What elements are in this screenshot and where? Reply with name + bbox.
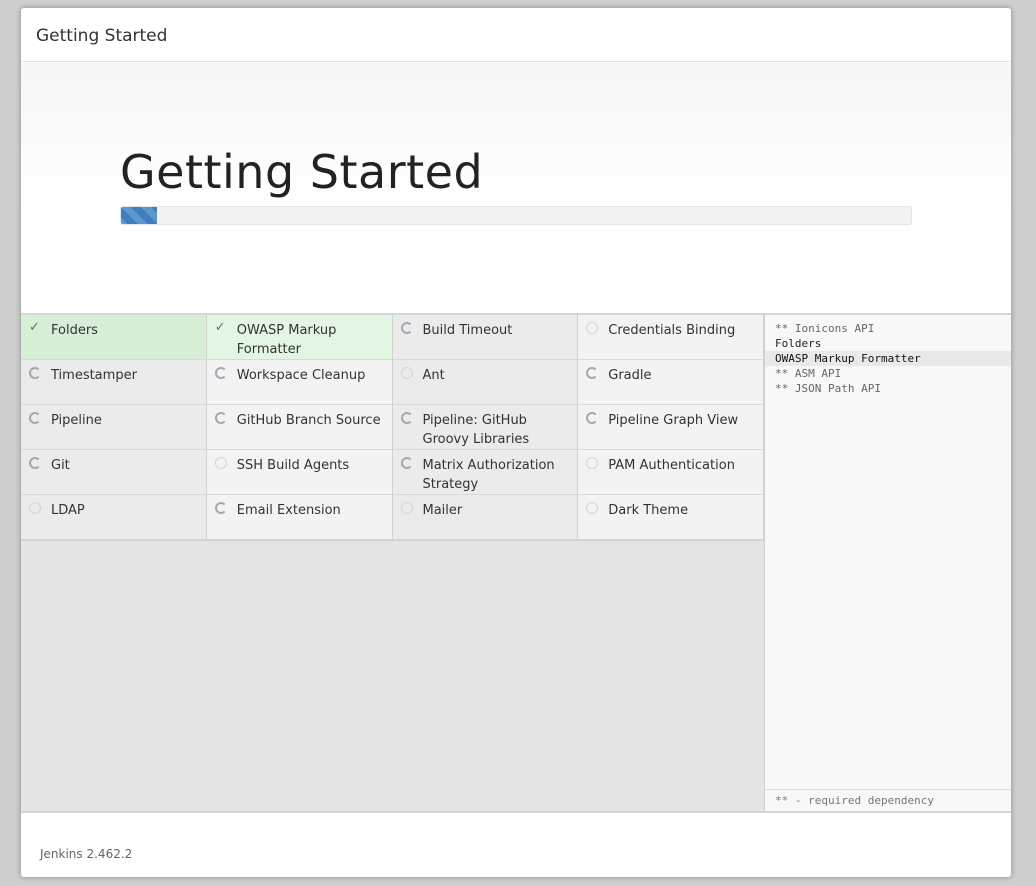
plugin-name: Git (51, 458, 70, 473)
plugin-item: Credentials Binding (578, 315, 764, 360)
plugin-item: Pipeline (21, 405, 207, 450)
plugin-name: Pipeline (51, 413, 102, 428)
plugin-name: Matrix Authorization Strategy (422, 458, 555, 492)
plugin-name: Workspace Cleanup (236, 368, 366, 383)
setup-wizard-dialog: Getting Started Getting Started ✓ Folders… (21, 8, 1011, 877)
plugin-item: Pipeline: GitHub Groovy Libraries (392, 405, 579, 450)
plugin-name: SSH Build Agents (236, 458, 350, 473)
spinner-icon (586, 367, 599, 379)
log-line: Folders (775, 337, 822, 350)
plugin-name: Email Extension (236, 503, 341, 518)
install-progress-bar (120, 206, 912, 225)
plugin-item: LDAP (21, 495, 207, 540)
plugin-item: ✓ Folders (21, 315, 207, 360)
check-icon: ✓ (29, 320, 40, 335)
spinner-icon (214, 502, 227, 514)
spinner-icon (29, 367, 41, 379)
plugin-name: PAM Authentication (608, 458, 735, 473)
plugin-name: OWASP Markup Formatter (236, 323, 337, 357)
log-line: ** JSON Path API (775, 382, 881, 395)
plugin-name: Pipeline Graph View (608, 413, 739, 428)
plugin-item: SSH Build Agents (206, 450, 393, 495)
plugin-item: Ant (392, 360, 579, 405)
log-line: OWASP Markup Formatter (765, 351, 1011, 366)
plugin-item: Git (21, 450, 207, 495)
plugin-item: Matrix Authorization Strategy (392, 450, 579, 495)
pending-circle-icon (586, 322, 599, 334)
log-line: ** ASM API (775, 367, 842, 380)
plugin-item: Mailer (392, 495, 579, 540)
plugin-item: Email Extension (206, 495, 393, 540)
install-body: ✓ Folders ✓ OWASP Markup Formatter Build Tim… (21, 313, 1011, 813)
plugin-name: Pipeline: GitHub Groovy Libraries (422, 413, 530, 447)
plugin-item: Build Timeout (392, 315, 579, 360)
dialog-footer: Jenkins 2.462.2 (21, 813, 1011, 877)
dialog-title: Getting Started (36, 26, 168, 46)
plugin-name: Gradle (608, 368, 652, 383)
progress-bar-fill (121, 207, 158, 224)
spinner-icon (29, 412, 41, 424)
plugin-item: GitHub Branch Source (206, 405, 393, 450)
page-title: Getting Started (120, 145, 484, 199)
pending-circle-icon (400, 367, 413, 379)
dialog-header: Getting Started (21, 8, 1011, 62)
plugin-item: Pipeline Graph View (578, 405, 764, 450)
pending-circle-icon (586, 502, 599, 514)
spinner-icon (29, 457, 41, 469)
plugin-name: Credentials Binding (608, 323, 736, 338)
plugin-item: PAM Authentication (578, 450, 764, 495)
spinner-icon (400, 457, 413, 469)
install-log: ** Ionicons API Folders OWASP Markup Forma… (765, 321, 1011, 396)
pending-circle-icon (29, 502, 41, 514)
plugin-item: ✓ OWASP Markup Formatter (206, 315, 393, 360)
spinner-icon (400, 412, 413, 424)
hero-section: Getting Started (21, 63, 1011, 313)
plugin-name: Build Timeout (422, 323, 513, 338)
spinner-icon (214, 367, 227, 379)
plugin-item: Timestamper (21, 360, 207, 405)
pending-circle-icon (586, 457, 599, 469)
plugin-item: Workspace Cleanup (206, 360, 393, 405)
plugin-name: Timestamper (51, 368, 137, 383)
plugin-name: Mailer (422, 503, 463, 518)
spinner-icon (214, 412, 227, 424)
plugin-item: Gradle (578, 360, 764, 405)
install-log-panel[interactable]: ** Ionicons API Folders OWASP Markup Forma… (764, 315, 1011, 811)
spinner-icon (400, 322, 413, 334)
plugin-grid: ✓ Folders ✓ OWASP Markup Formatter Build Tim… (21, 315, 764, 541)
plugin-name: Ant (422, 368, 445, 383)
log-legend: ** - required dependency (765, 789, 1011, 811)
plugin-name: Folders (51, 323, 98, 338)
plugin-name: GitHub Branch Source (236, 413, 381, 428)
spinner-icon (586, 412, 599, 424)
check-icon: ✓ (214, 320, 226, 335)
pending-circle-icon (400, 502, 413, 514)
plugin-item: Dark Theme (578, 495, 764, 540)
version-label: Jenkins 2.462.2 (40, 847, 133, 861)
pending-circle-icon (214, 457, 227, 469)
plugin-name: Dark Theme (608, 503, 689, 518)
plugin-name: LDAP (51, 503, 85, 518)
log-line: ** Ionicons API (775, 322, 875, 335)
